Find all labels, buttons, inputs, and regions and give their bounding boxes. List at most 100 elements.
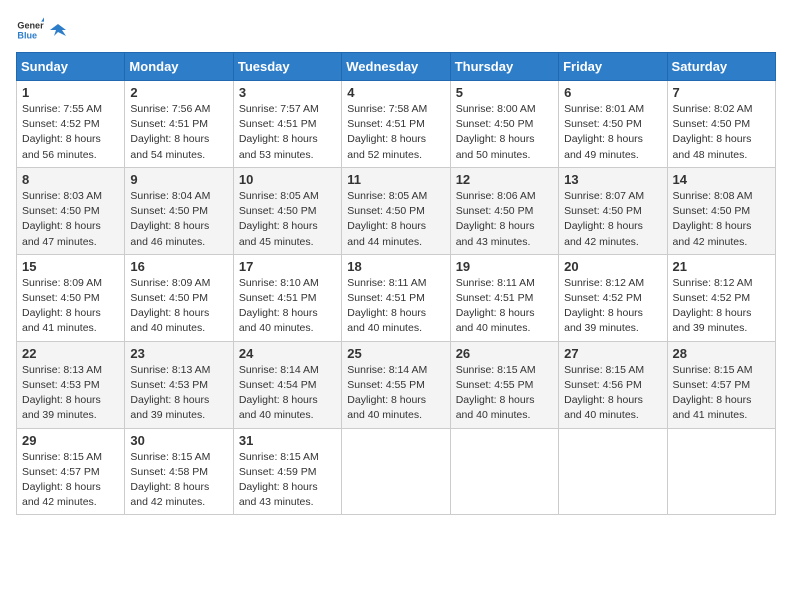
- logo-icon: General Blue: [16, 16, 44, 44]
- calendar-cell: 7 Sunrise: 8:02 AMSunset: 4:50 PMDayligh…: [667, 81, 775, 168]
- weekday-header-monday: Monday: [125, 53, 233, 81]
- header: General Blue: [16, 16, 776, 44]
- calendar-week-row: 8 Sunrise: 8:03 AMSunset: 4:50 PMDayligh…: [17, 167, 776, 254]
- day-number: 7: [673, 85, 770, 100]
- day-info: Sunrise: 8:15 AMSunset: 4:57 PMDaylight:…: [673, 364, 753, 422]
- calendar-cell: 16 Sunrise: 8:09 AMSunset: 4:50 PMDaylig…: [125, 254, 233, 341]
- calendar-cell: 20 Sunrise: 8:12 AMSunset: 4:52 PMDaylig…: [559, 254, 667, 341]
- day-number: 23: [130, 346, 227, 361]
- day-number: 22: [22, 346, 119, 361]
- calendar-cell: 10 Sunrise: 8:05 AMSunset: 4:50 PMDaylig…: [233, 167, 341, 254]
- day-info: Sunrise: 8:14 AMSunset: 4:55 PMDaylight:…: [347, 364, 427, 422]
- day-info: Sunrise: 8:10 AMSunset: 4:51 PMDaylight:…: [239, 277, 319, 335]
- calendar-cell: 17 Sunrise: 8:10 AMSunset: 4:51 PMDaylig…: [233, 254, 341, 341]
- day-number: 27: [564, 346, 661, 361]
- day-info: Sunrise: 8:11 AMSunset: 4:51 PMDaylight:…: [347, 277, 426, 335]
- day-info: Sunrise: 8:07 AMSunset: 4:50 PMDaylight:…: [564, 190, 644, 248]
- calendar-cell: 25 Sunrise: 8:14 AMSunset: 4:55 PMDaylig…: [342, 341, 450, 428]
- calendar-cell: 31 Sunrise: 8:15 AMSunset: 4:59 PMDaylig…: [233, 428, 341, 515]
- day-number: 14: [673, 172, 770, 187]
- day-number: 29: [22, 433, 119, 448]
- calendar-cell: 4 Sunrise: 7:58 AMSunset: 4:51 PMDayligh…: [342, 81, 450, 168]
- day-number: 20: [564, 259, 661, 274]
- day-info: Sunrise: 8:02 AMSunset: 4:50 PMDaylight:…: [673, 103, 753, 161]
- day-number: 5: [456, 85, 553, 100]
- calendar-cell: 29 Sunrise: 8:15 AMSunset: 4:57 PMDaylig…: [17, 428, 125, 515]
- day-number: 17: [239, 259, 336, 274]
- svg-text:Blue: Blue: [17, 30, 37, 40]
- day-number: 28: [673, 346, 770, 361]
- day-info: Sunrise: 8:00 AMSunset: 4:50 PMDaylight:…: [456, 103, 536, 161]
- day-info: Sunrise: 8:09 AMSunset: 4:50 PMDaylight:…: [22, 277, 102, 335]
- svg-text:General: General: [17, 21, 44, 31]
- calendar-week-row: 1 Sunrise: 7:55 AMSunset: 4:52 PMDayligh…: [17, 81, 776, 168]
- weekday-header-thursday: Thursday: [450, 53, 558, 81]
- day-number: 1: [22, 85, 119, 100]
- logo: General Blue: [16, 16, 66, 44]
- day-info: Sunrise: 7:58 AMSunset: 4:51 PMDaylight:…: [347, 103, 427, 161]
- calendar-cell: [559, 428, 667, 515]
- day-info: Sunrise: 8:05 AMSunset: 4:50 PMDaylight:…: [239, 190, 319, 248]
- day-info: Sunrise: 8:01 AMSunset: 4:50 PMDaylight:…: [564, 103, 644, 161]
- calendar-cell: 21 Sunrise: 8:12 AMSunset: 4:52 PMDaylig…: [667, 254, 775, 341]
- calendar-cell: 6 Sunrise: 8:01 AMSunset: 4:50 PMDayligh…: [559, 81, 667, 168]
- calendar-cell: 11 Sunrise: 8:05 AMSunset: 4:50 PMDaylig…: [342, 167, 450, 254]
- day-info: Sunrise: 8:15 AMSunset: 4:57 PMDaylight:…: [22, 451, 102, 509]
- day-number: 31: [239, 433, 336, 448]
- calendar-cell: 18 Sunrise: 8:11 AMSunset: 4:51 PMDaylig…: [342, 254, 450, 341]
- day-number: 15: [22, 259, 119, 274]
- calendar-cell: 15 Sunrise: 8:09 AMSunset: 4:50 PMDaylig…: [17, 254, 125, 341]
- calendar-cell: 9 Sunrise: 8:04 AMSunset: 4:50 PMDayligh…: [125, 167, 233, 254]
- day-number: 8: [22, 172, 119, 187]
- calendar-cell: [450, 428, 558, 515]
- day-number: 10: [239, 172, 336, 187]
- weekday-header-tuesday: Tuesday: [233, 53, 341, 81]
- calendar-table: SundayMondayTuesdayWednesdayThursdayFrid…: [16, 52, 776, 515]
- day-number: 26: [456, 346, 553, 361]
- day-number: 3: [239, 85, 336, 100]
- calendar-cell: 28 Sunrise: 8:15 AMSunset: 4:57 PMDaylig…: [667, 341, 775, 428]
- logo-bird-icon: [50, 22, 66, 38]
- day-number: 16: [130, 259, 227, 274]
- calendar-cell: 5 Sunrise: 8:00 AMSunset: 4:50 PMDayligh…: [450, 81, 558, 168]
- day-info: Sunrise: 8:04 AMSunset: 4:50 PMDaylight:…: [130, 190, 210, 248]
- day-info: Sunrise: 8:03 AMSunset: 4:50 PMDaylight:…: [22, 190, 102, 248]
- calendar-week-row: 22 Sunrise: 8:13 AMSunset: 4:53 PMDaylig…: [17, 341, 776, 428]
- calendar-cell: 24 Sunrise: 8:14 AMSunset: 4:54 PMDaylig…: [233, 341, 341, 428]
- calendar-week-row: 15 Sunrise: 8:09 AMSunset: 4:50 PMDaylig…: [17, 254, 776, 341]
- calendar-cell: 30 Sunrise: 8:15 AMSunset: 4:58 PMDaylig…: [125, 428, 233, 515]
- day-info: Sunrise: 8:09 AMSunset: 4:50 PMDaylight:…: [130, 277, 210, 335]
- calendar-cell: 26 Sunrise: 8:15 AMSunset: 4:55 PMDaylig…: [450, 341, 558, 428]
- day-info: Sunrise: 8:13 AMSunset: 4:53 PMDaylight:…: [130, 364, 210, 422]
- day-info: Sunrise: 8:15 AMSunset: 4:58 PMDaylight:…: [130, 451, 210, 509]
- calendar-cell: 12 Sunrise: 8:06 AMSunset: 4:50 PMDaylig…: [450, 167, 558, 254]
- calendar-cell: 22 Sunrise: 8:13 AMSunset: 4:53 PMDaylig…: [17, 341, 125, 428]
- day-info: Sunrise: 8:05 AMSunset: 4:50 PMDaylight:…: [347, 190, 427, 248]
- day-number: 24: [239, 346, 336, 361]
- calendar-cell: 14 Sunrise: 8:08 AMSunset: 4:50 PMDaylig…: [667, 167, 775, 254]
- day-number: 18: [347, 259, 444, 274]
- calendar-cell: 27 Sunrise: 8:15 AMSunset: 4:56 PMDaylig…: [559, 341, 667, 428]
- day-number: 21: [673, 259, 770, 274]
- day-info: Sunrise: 7:57 AMSunset: 4:51 PMDaylight:…: [239, 103, 319, 161]
- day-info: Sunrise: 8:12 AMSunset: 4:52 PMDaylight:…: [564, 277, 644, 335]
- day-info: Sunrise: 7:56 AMSunset: 4:51 PMDaylight:…: [130, 103, 210, 161]
- day-info: Sunrise: 8:15 AMSunset: 4:56 PMDaylight:…: [564, 364, 644, 422]
- calendar-cell: [667, 428, 775, 515]
- calendar-cell: 2 Sunrise: 7:56 AMSunset: 4:51 PMDayligh…: [125, 81, 233, 168]
- weekday-header-saturday: Saturday: [667, 53, 775, 81]
- day-number: 11: [347, 172, 444, 187]
- day-info: Sunrise: 8:06 AMSunset: 4:50 PMDaylight:…: [456, 190, 536, 248]
- day-info: Sunrise: 8:15 AMSunset: 4:55 PMDaylight:…: [456, 364, 536, 422]
- calendar-cell: 13 Sunrise: 8:07 AMSunset: 4:50 PMDaylig…: [559, 167, 667, 254]
- weekday-header-wednesday: Wednesday: [342, 53, 450, 81]
- day-info: Sunrise: 7:55 AMSunset: 4:52 PMDaylight:…: [22, 103, 102, 161]
- day-info: Sunrise: 8:11 AMSunset: 4:51 PMDaylight:…: [456, 277, 535, 335]
- calendar-cell: 8 Sunrise: 8:03 AMSunset: 4:50 PMDayligh…: [17, 167, 125, 254]
- day-number: 25: [347, 346, 444, 361]
- calendar-cell: 3 Sunrise: 7:57 AMSunset: 4:51 PMDayligh…: [233, 81, 341, 168]
- weekday-header-friday: Friday: [559, 53, 667, 81]
- day-number: 30: [130, 433, 227, 448]
- day-info: Sunrise: 8:08 AMSunset: 4:50 PMDaylight:…: [673, 190, 753, 248]
- calendar-cell: 19 Sunrise: 8:11 AMSunset: 4:51 PMDaylig…: [450, 254, 558, 341]
